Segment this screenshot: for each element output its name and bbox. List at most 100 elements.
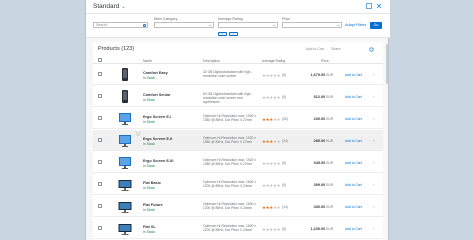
product-name[interactable]: Flat Future	[143, 203, 163, 207]
add-to-cart-button[interactable]: Add to Cart	[345, 73, 362, 77]
search-icon[interactable]	[142, 24, 146, 27]
product-name[interactable]: Ergo Screen E-III	[143, 159, 173, 163]
add-to-cart-button[interactable]: Add to Cart	[345, 95, 362, 99]
rating-stars-icon: ★★★★★	[262, 72, 281, 78]
table-row[interactable]: Comfort Easy In Stock 32 GB Digital Assist…	[93, 64, 383, 85]
collapse-header-button[interactable]: ⌃	[218, 32, 227, 36]
add-to-cart-toolbar-button[interactable]: Add to Cart	[306, 47, 324, 51]
product-name[interactable]: Ergo Screen E-I	[143, 115, 171, 119]
chevron-right-icon[interactable]: ›	[373, 116, 375, 121]
pin-header-button[interactable]: ⌂	[229, 32, 238, 36]
chevron-right-icon[interactable]: ›	[373, 226, 375, 231]
table-row[interactable]: Flat XL In Stock Optimum Hi-Resolution max…	[93, 218, 383, 239]
price-currency: EUR	[326, 117, 333, 121]
search-input[interactable]: Search	[93, 22, 148, 28]
products-table: Products (123) Add to Cart Share Name De…	[93, 42, 383, 240]
product-image	[118, 67, 132, 82]
chevron-down-icon: ⌄	[121, 4, 126, 10]
rating-count: (24)	[282, 139, 288, 143]
row-checkbox[interactable]	[98, 160, 102, 164]
add-to-cart-button[interactable]: Add to Cart	[345, 161, 362, 165]
product-price: 399.00EUR	[309, 183, 333, 187]
product-name[interactable]: Flat Basic	[143, 181, 161, 185]
rating-stars-icon: ★★★★★	[262, 226, 281, 232]
product-price: 230.00EUR	[309, 117, 333, 121]
chevron-down-icon: ⌄	[272, 22, 276, 27]
price-value: 512.00	[313, 95, 326, 99]
add-to-cart-button[interactable]: Add to Cart	[345, 227, 362, 231]
add-to-cart-button[interactable]: Add to Cart	[345, 183, 362, 187]
table-row[interactable]: Ergo Screen E-III In Stock Optimum Hi-Reso…	[93, 152, 383, 173]
price-currency: EUR	[326, 139, 333, 143]
header-description[interactable]: Description	[203, 59, 220, 63]
row-checkbox[interactable]	[98, 94, 102, 98]
row-checkbox[interactable]	[98, 204, 102, 208]
rating-count: (0)	[282, 95, 287, 99]
product-image	[118, 133, 132, 148]
price-select[interactable]: ⌄	[282, 22, 342, 28]
header-name[interactable]: Name	[143, 59, 152, 63]
scrollbar[interactable]	[386, 44, 388, 84]
product-description: Optimum Hi-Resolution max. 1920 x 1080 @…	[203, 114, 256, 123]
rating-count: (0)	[282, 161, 287, 165]
main-category-select[interactable]: ⌄	[154, 22, 214, 28]
share-icon[interactable]	[366, 3, 372, 9]
row-checkbox[interactable]	[98, 138, 102, 142]
settings-icon[interactable]	[369, 47, 374, 52]
close-icon[interactable]	[376, 3, 382, 9]
filter-bar: Search Main Category ⌄ Average Rating ⌄ …	[86, 14, 390, 38]
product-description: Optimum Hi-Resolution max. 1600 x 1200 @…	[203, 224, 256, 233]
product-name[interactable]: Flat XL	[143, 225, 156, 229]
price-currency: EUR	[326, 95, 333, 99]
product-description: Optimum Hi-Resolution max. 1920 x 1080 @…	[203, 158, 256, 167]
header-bar: Standard ⌄	[86, 0, 390, 14]
stock-status: In Stock	[143, 141, 155, 146]
share-toolbar-button[interactable]: Share	[331, 47, 341, 51]
mouse-cursor-icon: ☞	[136, 132, 142, 138]
add-to-cart-button[interactable]: Add to Cart	[345, 117, 362, 121]
product-name[interactable]: Comfort Easy	[143, 71, 168, 75]
product-price: 345.00EUR	[309, 161, 333, 165]
product-name[interactable]: Comfort Senior	[143, 93, 171, 97]
rating-stars-icon: ★★★★★	[262, 204, 281, 210]
table-title: Products (123)	[98, 46, 135, 52]
product-name[interactable]: Ergo Screen E-II	[143, 137, 172, 141]
rating-count: (0)	[282, 227, 287, 231]
price-value: 430.00	[313, 205, 326, 209]
row-checkbox[interactable]	[98, 72, 102, 76]
chevron-down-icon: ⌄	[336, 22, 340, 27]
variant-title: Standard	[93, 3, 120, 10]
table-row[interactable]: Flat Future In Stock Optimum Hi-Resolution…	[93, 196, 383, 217]
row-checkbox[interactable]	[98, 116, 102, 120]
rating-stars-icon: ★★★★★	[262, 160, 281, 166]
product-image	[118, 111, 132, 126]
chevron-right-icon[interactable]: ›	[373, 204, 375, 209]
add-to-cart-button[interactable]: Add to Cart	[345, 205, 362, 209]
avg-rating-select[interactable]: ⌄	[218, 22, 278, 28]
add-to-cart-button[interactable]: Add to Cart	[345, 139, 362, 143]
header-price[interactable]: Price	[321, 59, 329, 63]
chevron-right-icon[interactable]: ›	[373, 138, 375, 143]
row-checkbox[interactable]	[98, 226, 102, 230]
row-checkbox[interactable]	[98, 182, 102, 186]
chevron-right-icon[interactable]: ›	[373, 160, 375, 165]
table-row[interactable]: Ergo Screen E-I In Stock Optimum Hi-Resolu…	[93, 108, 383, 129]
rating-stars-icon: ★★★★★	[262, 138, 281, 144]
select-all-checkbox[interactable]	[98, 57, 102, 62]
chevron-right-icon[interactable]: ›	[373, 72, 375, 77]
product-price: 512.00EUR	[309, 95, 333, 99]
stock-status: In Stock	[143, 97, 155, 102]
go-button[interactable]: Go	[370, 22, 382, 29]
chevron-right-icon[interactable]: ›	[373, 182, 375, 187]
product-description: 64 GB Digital Assistant with high-resolu…	[203, 92, 252, 105]
chevron-right-icon[interactable]: ›	[373, 94, 375, 99]
variant-selector[interactable]: Standard ⌄	[93, 3, 126, 10]
price-value: 345.00	[313, 161, 326, 165]
table-row[interactable]: Comfort Senior In Stock 64 GB Digital Assi…	[93, 86, 383, 107]
adapt-filters-link[interactable]: Adapt Filters	[345, 23, 366, 27]
app-window: Standard ⌄ Search Main Category ⌄ Average…	[85, 0, 390, 240]
product-image	[118, 177, 132, 192]
table-row[interactable]: Flat Basic In Stock Optimum Hi-Resolution …	[93, 174, 383, 195]
header-rating[interactable]: Average Rating	[262, 59, 285, 63]
product-image	[118, 221, 132, 236]
